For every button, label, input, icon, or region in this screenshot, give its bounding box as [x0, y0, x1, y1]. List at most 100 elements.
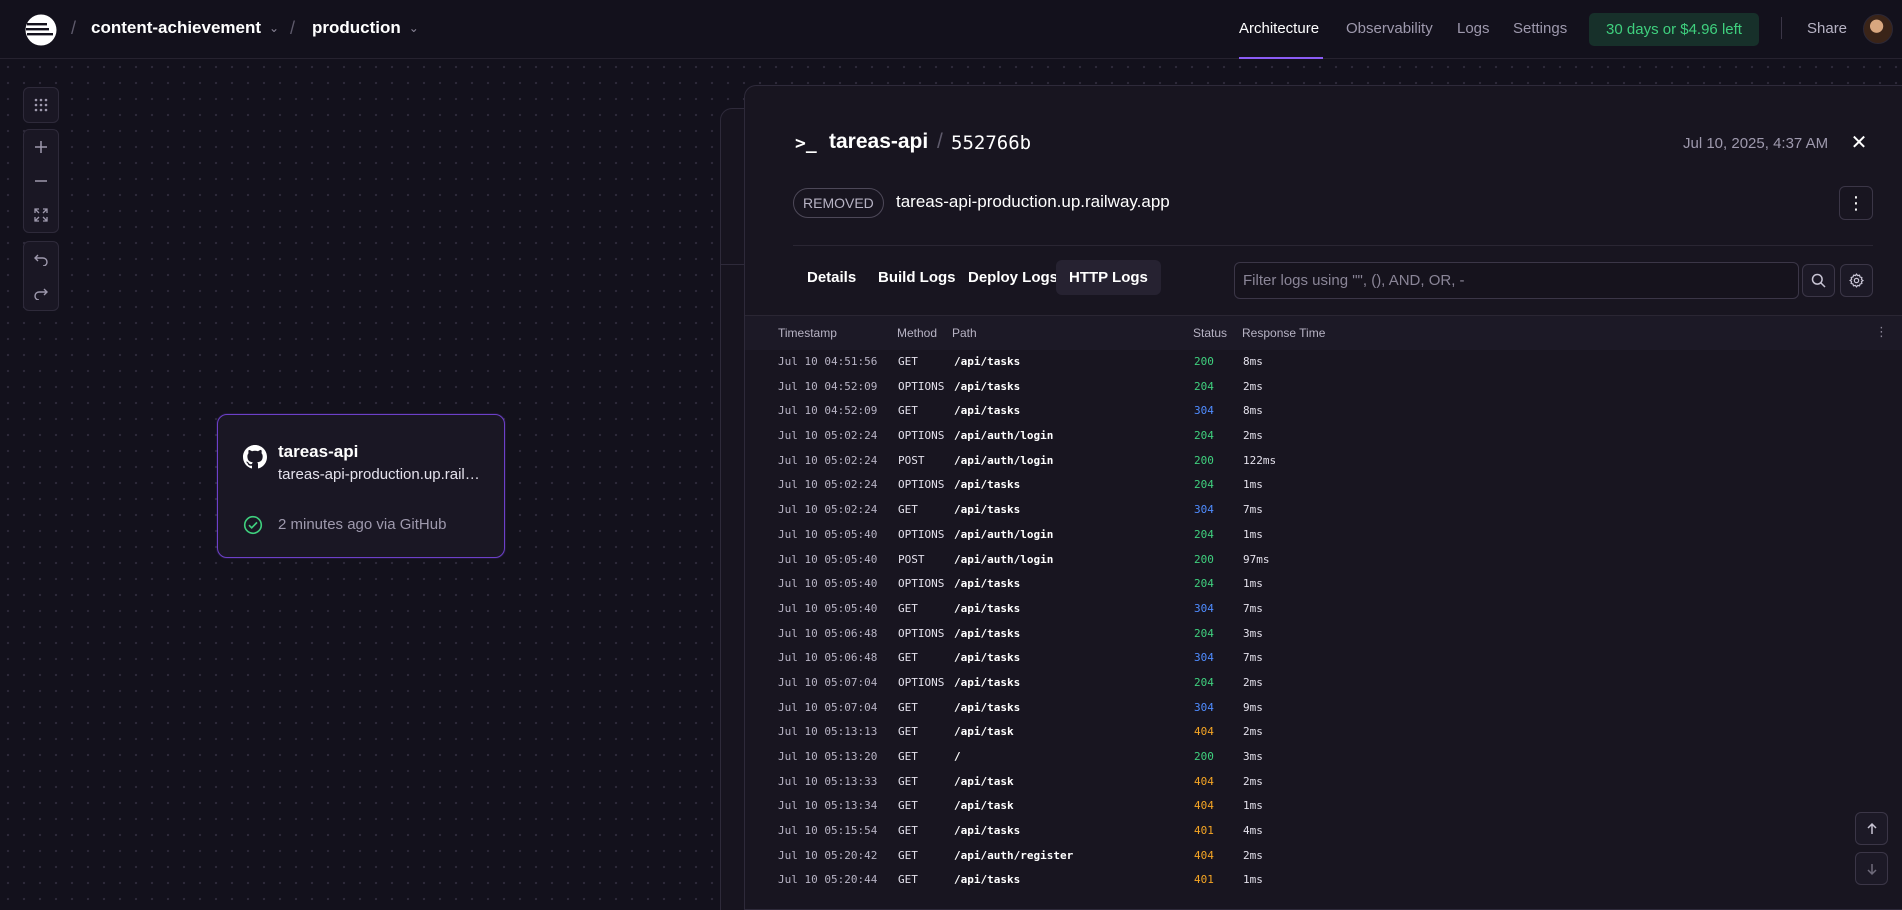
log-method: OPTIONS	[898, 626, 945, 640]
log-timestamp: Jul 10 05:07:04	[778, 675, 878, 689]
log-table-header: Timestamp Method Path Status Response Ti…	[745, 316, 1902, 350]
user-avatar[interactable]	[1863, 14, 1893, 44]
log-timestamp: Jul 10 05:06:48	[778, 626, 878, 640]
log-status: 404	[1194, 725, 1214, 739]
log-row[interactable]: Jul 10 05:07:04 GET/api/tasks 304 9ms	[745, 696, 1902, 721]
log-row[interactable]: Jul 10 05:20:44 GET/api/tasks 401 1ms	[745, 868, 1902, 893]
search-icon	[1811, 273, 1826, 288]
status-badge: REMOVED	[793, 188, 884, 218]
log-method: GET	[898, 601, 918, 615]
log-response-time: 2ms	[1243, 725, 1263, 739]
log-row[interactable]: Jul 10 05:07:04 OPTIONS/api/tasks 204 2ms	[745, 671, 1902, 696]
terminal-icon: >_	[795, 133, 817, 154]
panel-service-name: tareas-api	[829, 130, 929, 153]
nav-observability[interactable]: Observability	[1346, 20, 1433, 37]
tab-build-logs[interactable]: Build Logs	[865, 260, 969, 295]
log-row[interactable]: Jul 10 04:51:56 GET/api/tasks 200 8ms	[745, 350, 1902, 375]
log-row[interactable]: Jul 10 05:06:48 OPTIONS/api/tasks 204 3ms	[745, 622, 1902, 647]
column-status[interactable]: Status	[1193, 326, 1227, 340]
scroll-to-top-button[interactable]	[1855, 812, 1888, 845]
log-row[interactable]: Jul 10 04:52:09 OPTIONS/api/tasks 204 2ms	[745, 375, 1902, 400]
deployment-url[interactable]: tareas-api-production.up.railway.app	[896, 192, 1170, 212]
log-method: OPTIONS	[898, 527, 945, 541]
log-response-time: 2ms	[1243, 774, 1263, 788]
log-row[interactable]: Jul 10 04:52:09 GET/api/tasks 304 8ms	[745, 399, 1902, 424]
nav-settings[interactable]: Settings	[1513, 20, 1567, 37]
canvas-zoom-group	[23, 129, 59, 233]
trial-badge[interactable]: 30 days or $4.96 left	[1589, 13, 1759, 46]
log-row[interactable]: Jul 10 05:05:40 GET/api/tasks 304 7ms	[745, 597, 1902, 622]
log-row[interactable]: Jul 10 05:06:48 GET/api/tasks 304 7ms	[745, 646, 1902, 671]
column-menu-icon[interactable]: ⋮	[1875, 324, 1888, 340]
log-response-time: 1ms	[1243, 799, 1263, 813]
log-row[interactable]: Jul 10 05:05:40 OPTIONS/api/auth/login 204…	[745, 523, 1902, 548]
log-row[interactable]: Jul 10 05:13:13 GET/api/task 404 2ms	[745, 720, 1902, 745]
column-method[interactable]: Method	[897, 326, 937, 340]
log-response-time: 1ms	[1243, 873, 1263, 887]
log-row[interactable]: Jul 10 05:15:54 GET/api/tasks 401 4ms	[745, 819, 1902, 844]
log-path: /api/task	[954, 799, 1014, 813]
redo-icon[interactable]	[24, 276, 58, 310]
log-row[interactable]: Jul 10 05:02:24 OPTIONS/api/auth/login 204…	[745, 424, 1902, 449]
scroll-to-bottom-button[interactable]	[1855, 852, 1888, 885]
share-button[interactable]: Share	[1807, 20, 1847, 37]
column-response-time[interactable]: Response Time	[1242, 326, 1325, 340]
nav-logs[interactable]: Logs	[1457, 20, 1490, 37]
column-path[interactable]: Path	[952, 326, 977, 340]
environment-selector[interactable]: production ⌄	[312, 18, 419, 38]
zoom-in-icon[interactable]	[24, 130, 58, 164]
log-response-time: 7ms	[1243, 503, 1263, 517]
close-icon[interactable]: ✕	[1845, 128, 1873, 156]
log-path: /api/tasks	[954, 626, 1021, 640]
project-selector[interactable]: content-achievement ⌄	[91, 18, 279, 38]
log-timestamp: Jul 10 05:13:20	[778, 750, 878, 763]
log-timestamp: Jul 10 05:07:04	[778, 700, 878, 714]
log-status: 204	[1194, 527, 1214, 541]
zoom-out-icon[interactable]	[24, 164, 58, 198]
log-method: GET	[898, 700, 918, 714]
fit-view-icon[interactable]	[24, 198, 58, 232]
log-row[interactable]: Jul 10 05:13:33 GET/api/task 404 2ms	[745, 770, 1902, 795]
log-response-time: 3ms	[1243, 626, 1263, 640]
log-path: /api/task	[954, 725, 1014, 739]
nav-architecture[interactable]: Architecture	[1239, 20, 1319, 37]
log-path: /api/auth/register	[954, 848, 1074, 862]
log-status: 404	[1194, 848, 1214, 862]
undo-icon[interactable]	[24, 242, 58, 276]
log-response-time: 1ms	[1243, 527, 1263, 541]
column-timestamp[interactable]: Timestamp	[778, 326, 837, 340]
railway-logo-icon[interactable]	[25, 14, 57, 46]
log-row[interactable]: Jul 10 05:13:34 GET/api/task 404 1ms	[745, 794, 1902, 819]
chevron-down-icon: ⌄	[269, 21, 280, 35]
log-path: /api/auth/login	[954, 453, 1054, 467]
log-path: /api/tasks	[954, 379, 1021, 393]
tab-deploy-logs[interactable]: Deploy Logs	[955, 260, 1071, 295]
gear-icon	[1849, 273, 1864, 288]
search-button[interactable]	[1802, 264, 1835, 297]
log-row[interactable]: Jul 10 05:02:24 OPTIONS/api/tasks 204 1ms	[745, 473, 1902, 498]
service-card[interactable]: tareas-api tareas-api-production.up.rail…	[217, 414, 505, 558]
log-filter-input[interactable]	[1243, 272, 1790, 289]
log-row[interactable]: Jul 10 05:20:42 GET/api/auth/register 404 2…	[745, 844, 1902, 869]
log-row[interactable]: Jul 10 05:02:24 GET/api/tasks 304 7ms	[745, 498, 1902, 523]
log-response-time: 9ms	[1243, 700, 1263, 714]
settings-button[interactable]	[1840, 264, 1873, 297]
tab-details[interactable]: Details	[794, 260, 869, 295]
log-row[interactable]: Jul 10 05:02:24 POST/api/auth/login 200 122…	[745, 449, 1902, 474]
log-status: 401	[1194, 824, 1214, 838]
log-path: /api/tasks	[954, 700, 1021, 714]
log-method: OPTIONS	[898, 429, 945, 443]
log-timestamp: Jul 10 05:05:40	[778, 527, 878, 541]
tab-http-logs[interactable]: HTTP Logs	[1056, 260, 1161, 295]
log-response-time: 2ms	[1243, 429, 1263, 443]
more-options-icon[interactable]: ⋮	[1839, 186, 1873, 220]
log-row[interactable]: Jul 10 05:05:40 POST/api/auth/login 200 97m…	[745, 548, 1902, 573]
environment-name: production	[312, 18, 401, 37]
log-status: 200	[1194, 355, 1214, 368]
log-path: /api/tasks	[954, 478, 1021, 492]
log-row[interactable]: Jul 10 05:13:20 GET / 200 3ms	[745, 745, 1902, 770]
log-method: OPTIONS	[898, 675, 945, 689]
log-row[interactable]: Jul 10 05:05:40 OPTIONS/api/tasks 204 1ms	[745, 572, 1902, 597]
log-filter-field[interactable]	[1234, 262, 1799, 299]
grid-icon[interactable]	[24, 88, 58, 122]
